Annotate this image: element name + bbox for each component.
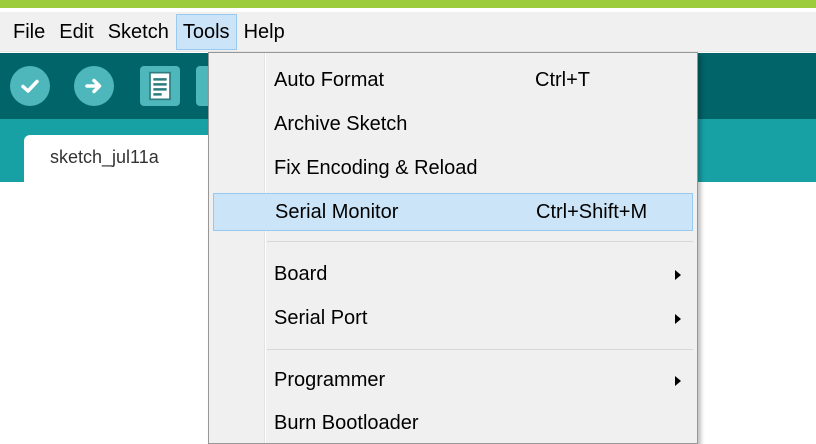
submenu-arrow-icon (675, 314, 681, 324)
menu-file[interactable]: File (6, 14, 52, 50)
new-button[interactable] (140, 66, 180, 106)
menu-item-serial-port[interactable]: Serial Port (213, 300, 693, 338)
menu-item-shortcut: Ctrl+T (535, 69, 590, 91)
top-accent-bar (0, 0, 816, 8)
menu-item-label: Serial Port (274, 307, 368, 329)
menu-item-serial-monitor[interactable]: Serial Monitor Ctrl+Shift+M (213, 193, 693, 231)
menu-help[interactable]: Help (237, 14, 292, 50)
submenu-arrow-icon (675, 376, 681, 386)
menu-edit[interactable]: Edit (52, 14, 100, 50)
menu-item-label: Board (274, 263, 328, 285)
document-icon (149, 71, 171, 101)
submenu-arrow-icon (675, 270, 681, 280)
menu-item-label: Serial Monitor (275, 201, 399, 223)
checkmark-icon (21, 79, 39, 93)
upload-button[interactable] (74, 66, 114, 106)
menu-item-label: Auto Format (274, 69, 385, 91)
menu-item-shortcut: Ctrl+Shift+M (536, 201, 648, 223)
menu-item-archive-sketch[interactable]: Archive Sketch (213, 106, 693, 144)
menu-sketch[interactable]: Sketch (101, 14, 176, 50)
menu-item-fix-encoding[interactable]: Fix Encoding & Reload (213, 150, 693, 188)
menu-item-board[interactable]: Board (213, 256, 693, 294)
menu-tools[interactable]: Tools (175, 13, 237, 50)
menu-item-burn-bootloader[interactable]: Burn Bootloader (213, 405, 693, 443)
menu-item-label: Fix Encoding & Reload (274, 157, 478, 179)
tab-sketch[interactable]: sketch_jul11a (24, 135, 214, 182)
menu-item-label: Programmer (274, 369, 386, 391)
menu-item-auto-format[interactable]: Auto Format Ctrl+T (213, 62, 693, 100)
arrow-right-icon (85, 78, 102, 94)
menu-item-programmer[interactable]: Programmer (213, 362, 693, 400)
verify-button[interactable] (10, 66, 50, 106)
menu-bar: File Edit Sketch Tools Help (0, 12, 816, 52)
menu-separator (267, 241, 693, 242)
menu-separator (267, 349, 693, 350)
tools-menu-dropdown: Auto Format Ctrl+T Archive Sketch Fix En… (208, 52, 698, 444)
menu-item-label: Archive Sketch (274, 113, 408, 135)
menu-item-label: Burn Bootloader (274, 412, 419, 434)
